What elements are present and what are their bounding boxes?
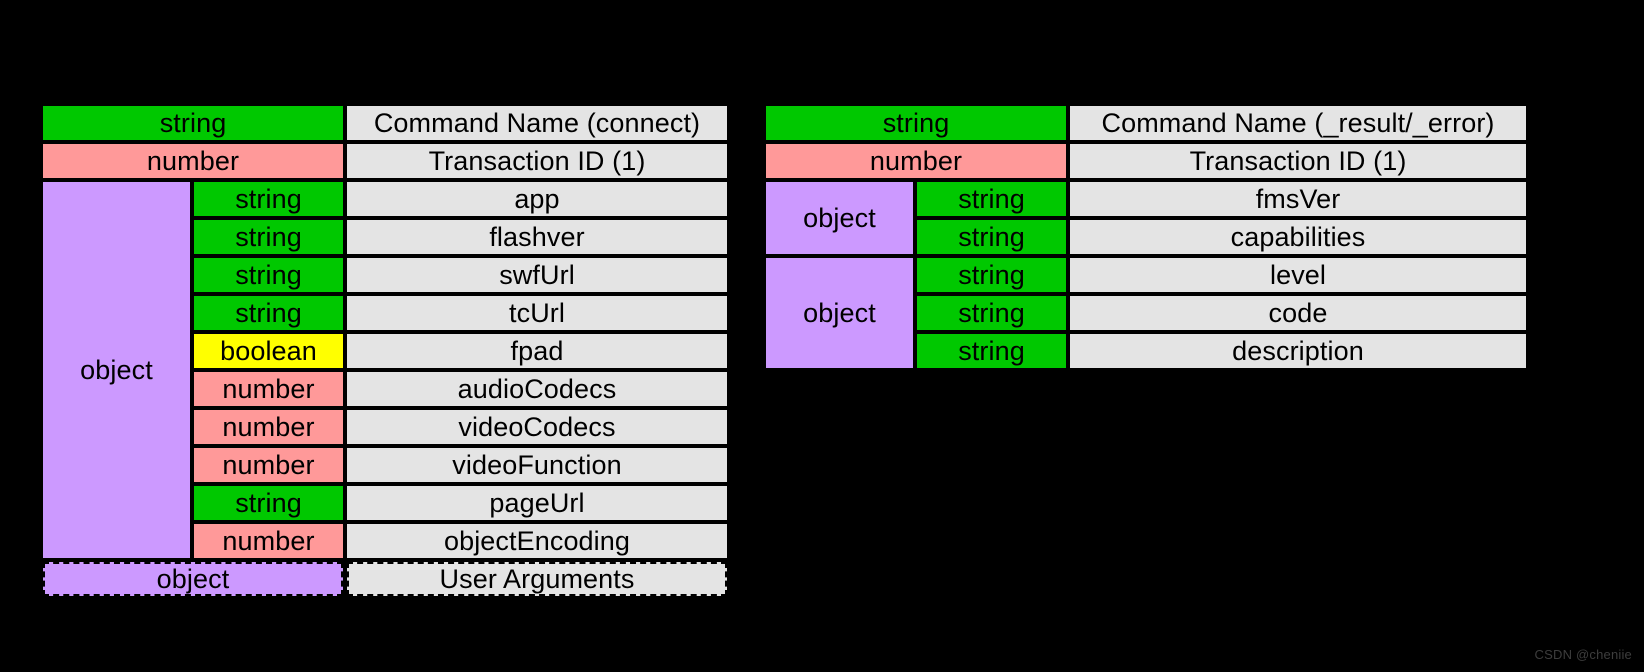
description-cell: fmsVer <box>1070 182 1526 216</box>
description-cell: audioCodecs <box>347 372 727 406</box>
type-cell: string <box>917 334 1066 368</box>
object-group: object string app string flashver string swfUr… <box>43 182 727 558</box>
property-row: string fmsVer <box>917 182 1526 216</box>
property-row: string code <box>917 296 1526 330</box>
type-cell: string <box>917 220 1066 254</box>
description-cell: swfUrl <box>347 258 727 292</box>
description-cell: fpad <box>347 334 727 368</box>
type-cell: number <box>194 524 343 558</box>
property-row: string description <box>917 334 1526 368</box>
header-row: number Transaction ID (1) <box>766 144 1526 178</box>
description-cell: Transaction ID (1) <box>347 144 727 178</box>
type-cell: string <box>194 182 343 216</box>
property-row: string pageUrl <box>194 486 727 520</box>
property-row: string flashver <box>194 220 727 254</box>
description-cell: level <box>1070 258 1526 292</box>
description-cell: Transaction ID (1) <box>1070 144 1526 178</box>
group-rows: string fmsVer string capabilities <box>917 182 1526 254</box>
type-cell: number <box>194 448 343 482</box>
description-cell: description <box>1070 334 1526 368</box>
property-row: string capabilities <box>917 220 1526 254</box>
type-cell: number <box>194 410 343 444</box>
diagram-connect-command: string Command Name (connect) number Transa… <box>43 106 727 596</box>
header-row: number Transaction ID (1) <box>43 144 727 178</box>
type-cell: number <box>766 144 1066 178</box>
type-cell: boolean <box>194 334 343 368</box>
description-cell: Command Name (_result/_error) <box>1070 106 1526 140</box>
group-type-cell: object <box>43 182 190 558</box>
type-cell: string <box>917 182 1066 216</box>
diagram-result-error-command: string Command Name (_result/_error) numbe… <box>766 106 1526 368</box>
group-rows: string app string flashver string swfUrl strin… <box>194 182 727 558</box>
description-cell: User Arguments <box>347 562 727 596</box>
property-row: number videoCodecs <box>194 410 727 444</box>
type-cell: string <box>194 296 343 330</box>
group-type-cell: object <box>766 182 913 254</box>
type-cell: string <box>917 258 1066 292</box>
type-cell: number <box>194 372 343 406</box>
type-cell: string <box>43 106 343 140</box>
object-group: object string level string code string descrip… <box>766 258 1526 368</box>
property-row: number audioCodecs <box>194 372 727 406</box>
description-cell: videoFunction <box>347 448 727 482</box>
type-cell: string <box>917 296 1066 330</box>
type-cell: string <box>194 258 343 292</box>
optional-row: object User Arguments <box>43 562 727 596</box>
type-cell: number <box>43 144 343 178</box>
description-cell: app <box>347 182 727 216</box>
property-row: string swfUrl <box>194 258 727 292</box>
header-row: string Command Name (connect) <box>43 106 727 140</box>
description-cell: pageUrl <box>347 486 727 520</box>
description-cell: Command Name (connect) <box>347 106 727 140</box>
description-cell: flashver <box>347 220 727 254</box>
type-cell: object <box>43 562 343 596</box>
property-row: string tcUrl <box>194 296 727 330</box>
property-row: string level <box>917 258 1526 292</box>
type-cell: string <box>766 106 1066 140</box>
property-row: number videoFunction <box>194 448 727 482</box>
property-row: number objectEncoding <box>194 524 727 558</box>
group-rows: string level string code string description <box>917 258 1526 368</box>
description-cell: videoCodecs <box>347 410 727 444</box>
property-row: string app <box>194 182 727 216</box>
object-group: object string fmsVer string capabilities <box>766 182 1526 254</box>
description-cell: tcUrl <box>347 296 727 330</box>
description-cell: objectEncoding <box>347 524 727 558</box>
header-row: string Command Name (_result/_error) <box>766 106 1526 140</box>
group-type-cell: object <box>766 258 913 368</box>
property-row: boolean fpad <box>194 334 727 368</box>
watermark: CSDN @cheniie <box>1534 647 1632 662</box>
type-cell: string <box>194 220 343 254</box>
type-cell: string <box>194 486 343 520</box>
description-cell: capabilities <box>1070 220 1526 254</box>
description-cell: code <box>1070 296 1526 330</box>
